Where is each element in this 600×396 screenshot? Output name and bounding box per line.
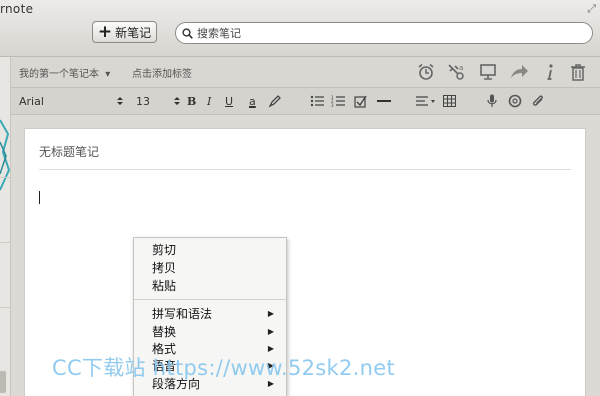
highlight-icon[interactable] [268, 92, 282, 110]
note-meta-bar: 我的第一个笔记本 ▾ 点击添加标签 a [11, 57, 600, 88]
attachment-icon[interactable] [531, 92, 545, 110]
reminder-icon[interactable] [415, 61, 437, 83]
trash-icon[interactable] [567, 61, 589, 83]
menu-item-cut[interactable]: 剪切 [134, 241, 286, 258]
svg-text:3: 3 [331, 103, 334, 107]
menu-item-label: 替换 [152, 325, 177, 339]
title-divider [39, 169, 571, 170]
font-family-select[interactable]: Arial [19, 92, 123, 110]
formatting-toolbar: Arial 13 B I U a 123 [11, 88, 600, 115]
font-family-value: Arial [19, 94, 44, 108]
list-divider [0, 307, 10, 308]
menu-item-label: 拼写和语法 [152, 307, 213, 321]
horizontal-rule-icon[interactable] [377, 92, 391, 110]
underline-button[interactable]: U [225, 92, 233, 110]
present-icon[interactable] [477, 61, 499, 83]
new-note-label: 新笔记 [115, 25, 152, 40]
menu-item-substitutions[interactable]: 替换 ▶ [134, 323, 286, 340]
search-input[interactable]: 搜索笔记 [175, 22, 593, 44]
menu-item-spelling-grammar[interactable]: 拼写和语法 ▶ [134, 305, 286, 322]
expand-icon[interactable]: ⤢ [587, 2, 596, 16]
share-icon[interactable]: a [445, 61, 467, 83]
font-size-select[interactable]: 13 [136, 92, 180, 110]
window-title: rnote [0, 2, 34, 16]
font-size-value: 13 [136, 94, 150, 108]
info-icon[interactable] [539, 61, 561, 83]
table-icon[interactable] [443, 92, 456, 110]
microphone-icon[interactable] [487, 92, 497, 110]
bulleted-list-icon[interactable] [310, 92, 324, 110]
menu-item-copy[interactable]: 拷贝 [134, 259, 286, 276]
numbered-list-icon[interactable]: 123 [331, 92, 345, 110]
camera-icon[interactable] [508, 92, 522, 110]
search-placeholder: 搜索笔记 [197, 27, 241, 40]
text-color-button[interactable]: a [249, 92, 256, 110]
updown-icon [174, 97, 180, 105]
italic-button[interactable]: I [207, 92, 211, 110]
text-caret [39, 191, 40, 204]
title-toolbar: rnote ⤢ + 新笔记 搜索笔记 [0, 0, 600, 57]
list-divider [0, 177, 10, 178]
menu-item-paste[interactable]: 粘贴 [134, 277, 286, 294]
add-tag-field[interactable]: 点击添加标签 [132, 65, 192, 80]
submenu-arrow-icon: ▶ [267, 327, 274, 336]
notebook-name: 我的第一个笔记本 [19, 69, 99, 80]
updown-icon [117, 97, 123, 105]
chevron-down-icon: ▾ [105, 69, 111, 80]
decoration-graphic [0, 119, 10, 191]
checkbox-icon[interactable] [354, 92, 367, 110]
note-list-pane [0, 57, 11, 396]
search-icon [182, 27, 193, 39]
list-item-selected[interactable] [0, 371, 6, 393]
note-title-field[interactable]: 无标题笔记 [39, 143, 99, 160]
menu-separator [134, 299, 286, 300]
plus-icon: + [97, 21, 113, 42]
align-icon[interactable] [416, 92, 436, 110]
submenu-arrow-icon: ▶ [267, 309, 274, 318]
watermark: CC下载站 https://www.52sk2.net [52, 356, 395, 380]
list-divider [0, 242, 10, 243]
svg-text:a: a [459, 64, 463, 72]
forward-icon[interactable] [508, 61, 530, 83]
new-note-button[interactable]: + 新笔记 [92, 21, 157, 43]
bold-button[interactable]: B [187, 92, 196, 110]
notebook-selector[interactable]: 我的第一个笔记本 ▾ [19, 65, 110, 80]
